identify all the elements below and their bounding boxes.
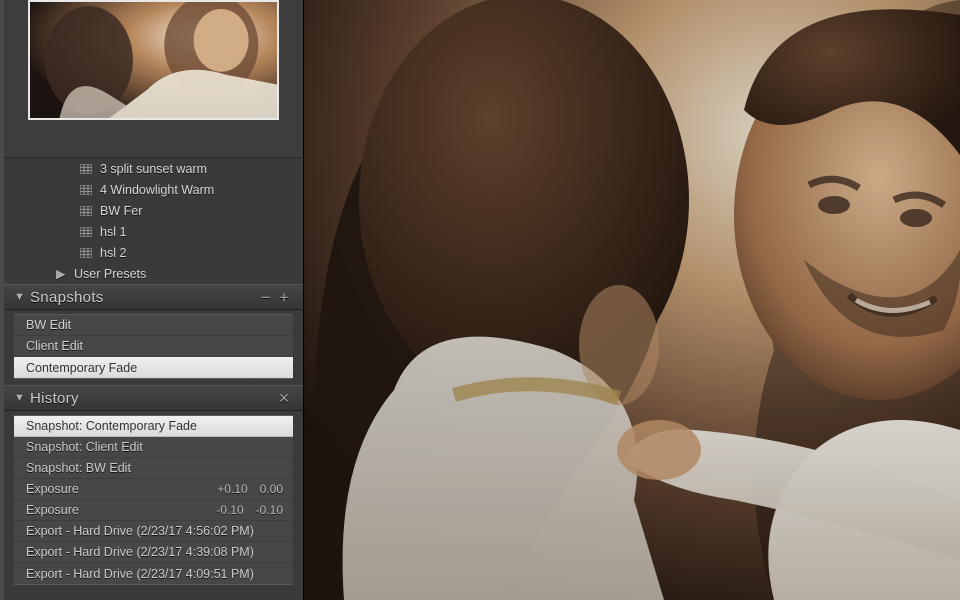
history-label: Export - Hard Drive (2/23/17 4:56:02 PM) [26,524,283,538]
history-clear-button[interactable]: ✕ [275,391,293,405]
history-item[interactable]: Exposure -0.10 -0.10 [14,500,293,521]
snapshot-label: BW Edit [26,318,71,332]
history-value-prev: -0.10 [216,503,243,517]
snapshot-item[interactable]: Client Edit [14,336,293,357]
left-panel: 3 split sunset warm 4 Windowlight Warm B… [4,0,304,600]
history-label: Snapshot: Client Edit [26,440,283,454]
snapshot-item[interactable]: Contemporary Fade [14,357,293,378]
snapshots-header[interactable]: ▼ Snapshots − + [4,284,303,310]
snapshots-remove-button[interactable]: − [257,289,275,306]
history-label: Snapshot: Contemporary Fade [26,419,283,433]
history-label: Exposure [26,482,217,496]
main-photo [304,0,960,600]
history-value-prev: +0.10 [217,482,247,496]
preset-label: 3 split sunset warm [100,162,207,176]
history-label: Exposure [26,503,216,517]
preset-icon [80,227,92,237]
preset-icon [80,164,92,174]
preset-label: hsl 2 [100,246,126,260]
navigator-area [4,0,303,158]
preset-item[interactable]: BW Fer [4,200,303,221]
triangle-down-icon: ▼ [14,392,30,404]
app-root: 3 split sunset warm 4 Windowlight Warm B… [0,0,960,600]
snapshot-label: Client Edit [26,339,83,353]
preset-item[interactable]: hsl 2 [4,242,303,263]
triangle-right-icon: ▶ [56,266,66,281]
panel-body: 3 split sunset warm 4 Windowlight Warm B… [4,158,303,600]
snapshots-title: Snapshots [30,289,257,306]
history-label: Export - Hard Drive (2/23/17 4:39:08 PM) [26,545,283,559]
presets-list: 3 split sunset warm 4 Windowlight Warm B… [4,158,303,284]
history-label: Export - Hard Drive (2/23/17 4:09:51 PM) [26,567,283,581]
snapshots-list: BW Edit Client Edit Contemporary Fade [14,314,293,379]
preset-icon [80,248,92,258]
history-item[interactable]: Export - Hard Drive (2/23/17 4:39:08 PM) [14,542,293,563]
main-image-view[interactable] [304,0,960,600]
history-item[interactable]: Export - Hard Drive (2/23/17 4:09:51 PM) [14,563,293,584]
snapshot-label: Contemporary Fade [26,361,137,375]
snapshots-add-button[interactable]: + [275,289,293,306]
snapshot-item[interactable]: BW Edit [14,315,293,336]
preset-icon [80,206,92,216]
history-title: History [30,390,275,407]
history-item[interactable]: Export - Hard Drive (2/23/17 4:56:02 PM) [14,521,293,542]
navigator-thumbnail[interactable] [28,0,279,120]
preset-label: hsl 1 [100,225,126,239]
history-label: Snapshot: BW Edit [26,461,283,475]
history-item[interactable]: Exposure +0.10 0.00 [14,479,293,500]
history-item[interactable]: Snapshot: Client Edit [14,437,293,458]
history-item[interactable]: Snapshot: Contemporary Fade [14,416,293,437]
triangle-down-icon: ▼ [14,291,30,303]
history-list: Snapshot: Contemporary Fade Snapshot: Cl… [14,415,293,585]
preset-item[interactable]: 3 split sunset warm [4,158,303,179]
history-value-new: -0.10 [256,503,283,517]
preset-item[interactable]: hsl 1 [4,221,303,242]
preset-folder-label: User Presets [74,267,146,281]
preset-label: 4 Windowlight Warm [100,183,214,197]
thumbnail-image [30,2,277,118]
preset-folder[interactable]: ▶ User Presets [4,263,303,284]
history-value-new: 0.00 [260,482,283,496]
preset-label: BW Fer [100,204,142,218]
history-item[interactable]: Snapshot: BW Edit [14,458,293,479]
preset-item[interactable]: 4 Windowlight Warm [4,179,303,200]
preset-icon [80,185,92,195]
history-header[interactable]: ▼ History ✕ [4,385,303,411]
